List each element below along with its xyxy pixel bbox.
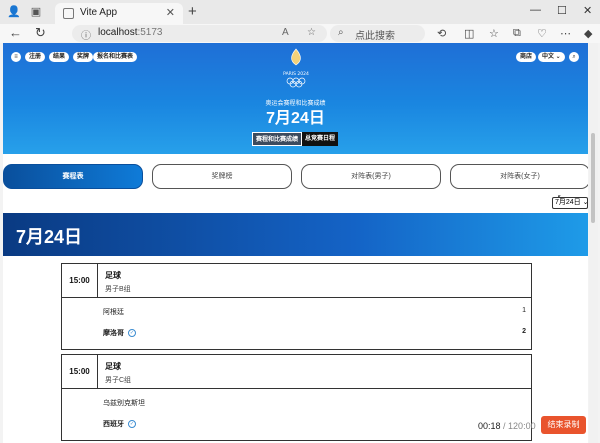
heart-icon[interactable]: ♡ xyxy=(537,27,547,40)
scrollbar-thumb[interactable] xyxy=(591,133,595,223)
match-header: 15:00 足球 男子C组 xyxy=(62,355,531,389)
tab-bracket-men[interactable]: 对阵表(男子) xyxy=(301,164,441,189)
tab-medals[interactable]: 奖牌榜 xyxy=(152,164,292,189)
search-icon: ⌕ xyxy=(338,27,344,38)
read-aloud-icon[interactable]: A xyxy=(282,27,289,38)
nav-register-button[interactable]: 注册 xyxy=(25,52,46,62)
team-name: 阿根廷 xyxy=(103,309,124,316)
reload-icon[interactable]: ↻ xyxy=(35,25,46,41)
tab-bracket-women[interactable]: 对阵表(女子) xyxy=(450,164,588,189)
more-icon[interactable]: ⋯ xyxy=(560,27,571,40)
back-icon[interactable]: ← xyxy=(9,25,22,40)
collections-icon[interactable]: ⧉ xyxy=(513,27,521,40)
maximize-icon[interactable]: ☐ xyxy=(557,4,567,17)
address-bar[interactable]: ⓘ localhost:5173 A ☆ xyxy=(72,25,327,42)
window-close-icon[interactable]: ✕ xyxy=(583,4,592,17)
browser-window: 👤 ▣ Vite App ✕ + — ☐ ✕ ← ↻ ⓘ localhost:5… xyxy=(0,0,600,443)
schedule-results-button[interactable]: 赛程和比赛成绩 xyxy=(252,132,303,146)
recording-timer: 00:18 / 120:00 xyxy=(478,421,536,431)
profile-icon[interactable]: 👤 xyxy=(7,5,21,19)
copilot-icon[interactable]: ◆ xyxy=(584,27,592,40)
tab-title: Vite App xyxy=(80,7,118,18)
search-placeholder: 点此搜索 xyxy=(355,31,395,42)
hero-date: 7月24日 xyxy=(266,110,325,127)
match-group: 男子B组 xyxy=(105,286,131,293)
favorites-icon[interactable]: ☆ xyxy=(489,27,499,40)
match-header: 15:00 足球 男子B组 xyxy=(62,264,531,298)
match-group: 男子C组 xyxy=(105,377,132,384)
language-select[interactable]: 中文 ⌄ xyxy=(538,52,565,62)
hero-buttons: 赛程和比赛成绩 总竞赛日程 xyxy=(252,132,339,146)
page-scrollbar[interactable] xyxy=(589,43,598,443)
overall-schedule-button[interactable]: 总竞赛日程 xyxy=(302,132,339,146)
page-icon xyxy=(63,8,74,19)
winner-check-icon: ✓ xyxy=(128,420,136,429)
match-card[interactable]: 15:00 足球 男子C组 乌兹别克斯坦 西班牙 ✓ xyxy=(61,354,532,441)
tab-schedule[interactable]: 赛程表 xyxy=(3,164,143,189)
nav-medals-button[interactable]: 奖牌 xyxy=(73,52,94,62)
match-time: 15:00 xyxy=(62,264,98,298)
menu-icon[interactable]: ≡ xyxy=(11,52,21,62)
favorite-icon[interactable]: ☆ xyxy=(307,27,316,38)
close-icon[interactable]: ✕ xyxy=(166,6,175,19)
browser-toolbar: ← ↻ ⓘ localhost:5173 A ☆ ⌕ 点此搜索 ⟲ ◫ ☆ ⧉ … xyxy=(0,24,600,43)
site-search-icon[interactable]: ⌕ xyxy=(569,52,579,62)
team-name-winner: 摩洛哥 ✓ xyxy=(103,329,136,338)
split-screen-icon[interactable]: ◫ xyxy=(464,27,474,40)
winner-check-icon: ✓ xyxy=(128,329,136,338)
info-icon[interactable]: ⓘ xyxy=(81,27,91,42)
workspaces-icon[interactable]: ▣ xyxy=(29,5,43,19)
match-sport: 足球 xyxy=(105,271,121,280)
extension-icon[interactable]: ⟲ xyxy=(437,27,446,40)
match-card[interactable]: 15:00 足球 男子B组 阿根廷 1 摩洛哥 ✓ 2 xyxy=(61,263,532,350)
browser-search[interactable]: ⌕ 点此搜索 xyxy=(330,25,425,42)
nav-results-button[interactable]: 结果 xyxy=(49,52,70,62)
team-name: 乌兹别克斯坦 xyxy=(103,400,145,407)
svg-text:PARIS 2024: PARIS 2024 xyxy=(283,71,309,77)
match-time: 15:00 xyxy=(62,355,98,389)
stop-recording-button[interactable]: 结束录制 xyxy=(541,416,586,434)
day-title: 7月24日 xyxy=(16,227,83,247)
hero-banner: ≡ 注册 结果 奖牌 报名和比赛表 PARIS 2024 商店 中文 ⌄ ⌕ 奥… xyxy=(3,43,588,154)
url-text: localhost:5173 xyxy=(98,27,163,38)
nav-shop-button[interactable]: 商店 xyxy=(516,52,537,62)
browser-tab[interactable]: Vite App ✕ xyxy=(55,3,183,24)
match-sport: 足球 xyxy=(105,362,121,371)
day-header-band: 7月24日 xyxy=(3,213,588,256)
team-score: 1 xyxy=(522,307,526,314)
new-tab-icon[interactable]: + xyxy=(188,3,197,20)
nav-entries-button[interactable]: 报名和比赛表 xyxy=(93,52,138,62)
minimize-icon[interactable]: — xyxy=(530,4,541,16)
team-score: 2 xyxy=(522,328,526,335)
page-viewport: ≡ 注册 结果 奖牌 报名和比赛表 PARIS 2024 商店 中文 ⌄ ⌕ 奥… xyxy=(3,43,588,443)
team-name-winner: 西班牙 ✓ xyxy=(103,420,136,429)
title-bar: 👤 ▣ Vite App ✕ + — ☐ ✕ xyxy=(0,0,600,24)
paris-2024-logo: PARIS 2024 xyxy=(281,47,311,91)
mouse-cursor-icon: ↖ xyxy=(557,193,564,202)
